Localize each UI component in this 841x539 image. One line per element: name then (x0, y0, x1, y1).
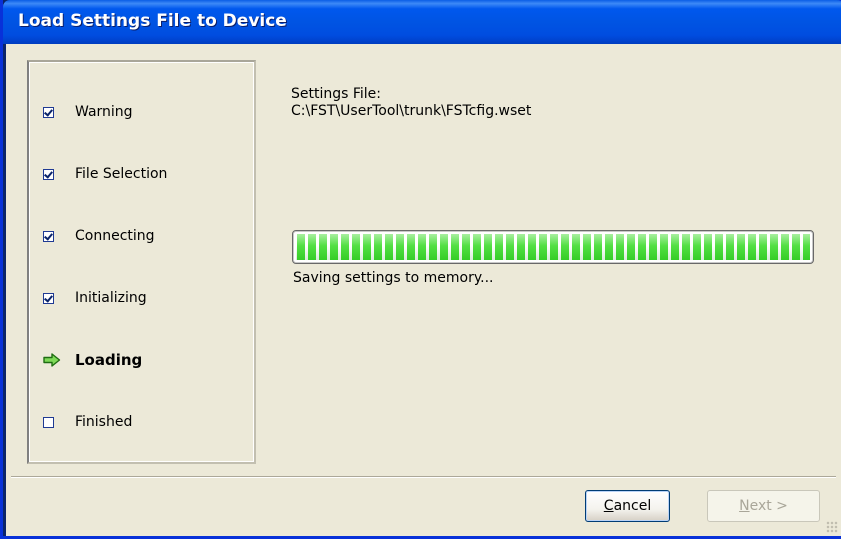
window-title: Load Settings File to Device (18, 11, 287, 31)
title-bar[interactable]: Load Settings File to Device (3, 0, 841, 44)
step-label: Initializing (75, 290, 147, 306)
status-text: Saving settings to memory... (293, 270, 494, 286)
settings-file-label: Settings File: (291, 86, 382, 102)
cancel-button[interactable]: Cancel (585, 490, 670, 522)
step-loading: Loading (43, 348, 142, 372)
step-label: Loading (75, 351, 143, 369)
progress-fill (296, 234, 810, 260)
step-warning: Warning (43, 100, 133, 124)
settings-file-path: C:\FST\UserTool\trunk\FSTcfig.wset (291, 103, 532, 119)
dialog-window: Load Settings File to Device Warning Fil… (0, 0, 841, 539)
step-label: Finished (75, 414, 133, 430)
next-accel: N (739, 498, 750, 514)
cancel-accel: C (603, 498, 614, 514)
arrow-right-icon (43, 353, 65, 367)
step-file-selection: File Selection (43, 162, 167, 186)
cancel-label: ancel (613, 498, 652, 514)
dialog-client-area: Warning File Selection Connecting Initia… (6, 44, 841, 536)
checkbox-checked-icon (43, 168, 65, 180)
next-label: ext > (749, 498, 788, 514)
checkbox-checked-icon (43, 230, 65, 242)
wizard-steps-panel: Warning File Selection Connecting Initia… (27, 60, 256, 464)
step-initializing: Initializing (43, 286, 147, 310)
button-separator (11, 476, 836, 478)
checkbox-checked-icon (43, 292, 65, 304)
next-button[interactable]: Next > (707, 490, 820, 522)
step-connecting: Connecting (43, 224, 155, 248)
step-label: Connecting (75, 228, 155, 244)
checkbox-checked-icon (43, 106, 65, 118)
checkbox-empty-icon (43, 416, 65, 428)
step-label: File Selection (75, 166, 168, 182)
step-label: Warning (75, 104, 133, 120)
resize-grip-icon[interactable] (826, 521, 838, 533)
progress-bar (292, 230, 814, 264)
step-finished: Finished (43, 410, 132, 434)
